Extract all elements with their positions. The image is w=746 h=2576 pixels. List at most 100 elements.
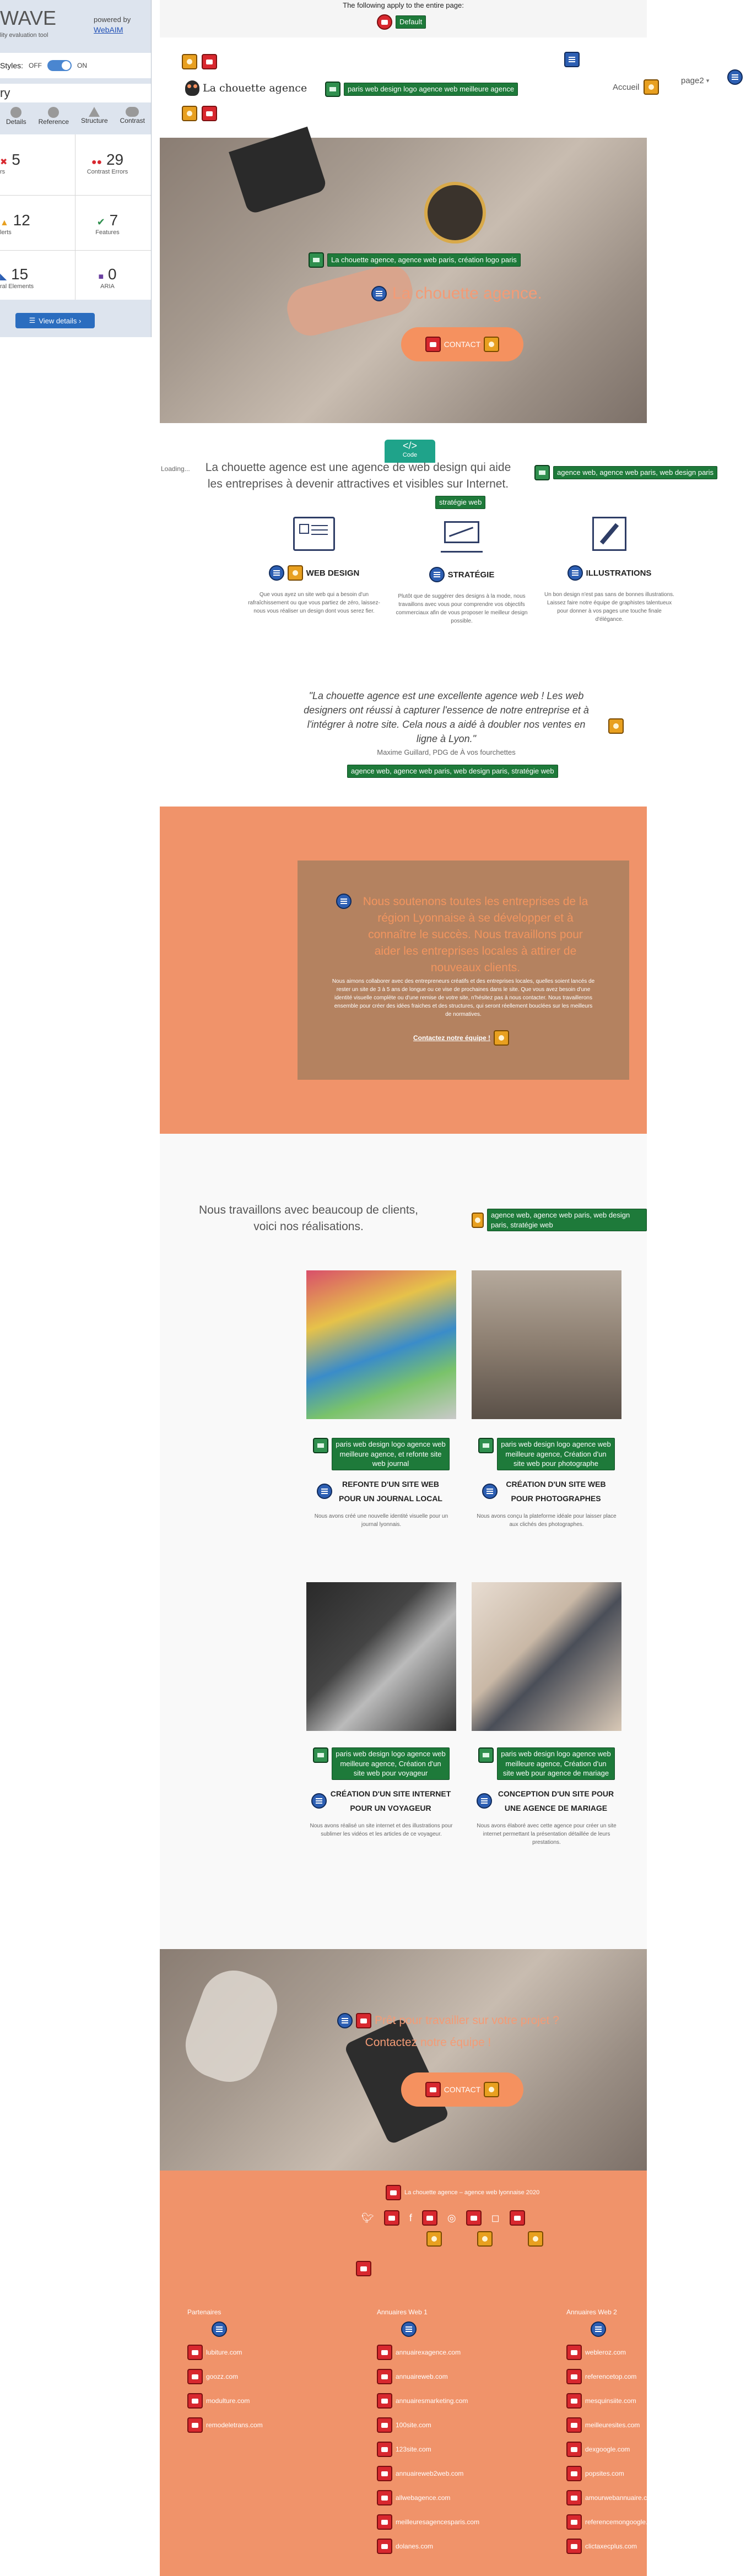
alt-text-icon[interactable] xyxy=(478,1438,494,1453)
cta-contact-button[interactable]: CONTACT xyxy=(401,2072,523,2107)
footer-link[interactable]: 123site.com xyxy=(396,2437,431,2461)
dribbble-icon[interactable]: ◎ xyxy=(447,2212,456,2224)
nav-page2[interactable]: page2 xyxy=(681,76,704,85)
twitter-icon[interactable]: 🐦︎ xyxy=(361,2212,374,2224)
error-icon[interactable] xyxy=(566,2490,582,2505)
error-icon[interactable] xyxy=(377,2442,392,2457)
footer-link[interactable]: webleroz.com xyxy=(585,2340,626,2364)
error-icon[interactable] xyxy=(377,2490,392,2505)
error-icon[interactable] xyxy=(377,2466,392,2481)
error-icon[interactable] xyxy=(566,2466,582,2481)
realisation-card[interactable]: paris web design logo agence web meilleu… xyxy=(306,1582,456,1838)
list-icon[interactable] xyxy=(212,2321,227,2337)
footer-link[interactable]: amourwebannuaire.com xyxy=(585,2486,656,2510)
styles-toggle-switch[interactable] xyxy=(47,60,72,71)
footer-link[interactable]: clictaxecplus.com xyxy=(585,2534,637,2558)
nav-accueil[interactable]: Accueil xyxy=(613,83,639,92)
alert-icon[interactable] xyxy=(472,1212,484,1228)
error-icon[interactable] xyxy=(377,2417,392,2433)
alt-text-icon[interactable] xyxy=(325,82,340,97)
error-icon[interactable] xyxy=(187,2393,203,2409)
contrast-error-icon[interactable] xyxy=(356,2013,371,2028)
realisation-card[interactable]: paris web design logo agence web meilleu… xyxy=(306,1270,456,1529)
footer-link[interactable]: remodeletrans.com xyxy=(206,2413,263,2437)
footer-link[interactable]: popsites.com xyxy=(585,2461,624,2486)
alert-icon[interactable] xyxy=(528,2231,543,2247)
contrast-error-icon[interactable] xyxy=(386,2185,401,2200)
nav-list-icon[interactable] xyxy=(564,52,580,67)
stat-errors[interactable]: ✖ 5 rs xyxy=(0,151,50,175)
nav-region-icon[interactable] xyxy=(727,69,743,85)
stat-features[interactable]: ✔ 7 Features xyxy=(77,212,138,236)
tab-contrast[interactable]: Contrast xyxy=(120,107,145,126)
tab-details[interactable]: Details xyxy=(6,107,26,126)
footer-link[interactable]: goozz.com xyxy=(206,2364,238,2389)
footer-link[interactable]: annuairesmarketing.com xyxy=(396,2389,468,2413)
error-icon[interactable] xyxy=(187,2369,203,2384)
realisation-card[interactable]: paris web design logo agence web meilleu… xyxy=(472,1582,621,1847)
footer-link[interactable]: annuairexagence.com xyxy=(396,2340,461,2364)
footer-link[interactable]: 100site.com xyxy=(396,2413,431,2437)
webaim-link[interactable]: WebAIM xyxy=(94,25,123,34)
error-icon[interactable] xyxy=(566,2369,582,2384)
error-icon[interactable] xyxy=(187,2345,203,2360)
alt-text-icon[interactable] xyxy=(478,1747,494,1763)
contrast-error-icon[interactable] xyxy=(425,337,441,352)
heading-icon[interactable] xyxy=(429,567,445,582)
alert-icon[interactable] xyxy=(484,2082,500,2097)
stat-structural[interactable]: ◣ 15 ral Elements xyxy=(0,266,50,290)
footer-link[interactable]: mesquinsiite.com xyxy=(585,2389,636,2413)
footer-link[interactable]: meilleuresites.com xyxy=(585,2413,640,2437)
heading-icon[interactable] xyxy=(268,565,284,581)
alert-icon[interactable] xyxy=(182,54,197,69)
logo[interactable]: La chouette agence xyxy=(185,80,307,96)
tab-structure[interactable]: Structure xyxy=(81,107,108,126)
footer-link[interactable]: meilleuresagencesparis.com xyxy=(396,2510,479,2534)
alert-icon[interactable] xyxy=(182,106,197,121)
instagram-icon[interactable]: ◻ xyxy=(491,2212,500,2224)
heading-icon[interactable] xyxy=(482,1483,498,1499)
footer-link[interactable]: modulture.com xyxy=(206,2389,250,2413)
hero-contact-button[interactable]: CONTACT xyxy=(401,327,523,361)
list-icon[interactable] xyxy=(401,2321,417,2337)
alt-text-icon[interactable] xyxy=(534,465,550,480)
view-details-button[interactable]: ☰ View details › xyxy=(15,313,95,328)
alert-icon[interactable] xyxy=(484,337,500,352)
footer-link[interactable]: dolanes.com xyxy=(396,2534,433,2558)
alert-icon[interactable] xyxy=(608,718,624,734)
error-icon[interactable] xyxy=(421,2210,437,2226)
contact-team-link[interactable]: Contactez notre équipe ! xyxy=(413,1034,490,1042)
error-icon[interactable] xyxy=(466,2210,482,2226)
alt-text-icon[interactable] xyxy=(313,1747,328,1763)
facebook-icon[interactable]: f xyxy=(409,2212,412,2224)
alert-icon[interactable] xyxy=(477,2231,493,2247)
contrast-error-icon[interactable] xyxy=(425,2082,441,2097)
heading-icon[interactable] xyxy=(567,565,583,581)
heading-icon[interactable] xyxy=(477,1793,492,1809)
error-icon[interactable] xyxy=(566,2345,582,2360)
footer-link[interactable]: referencetop.com xyxy=(585,2364,636,2389)
footer-link[interactable]: allwebagence.com xyxy=(396,2486,450,2510)
error-icon[interactable] xyxy=(202,106,217,121)
alert-icon[interactable] xyxy=(494,1030,510,1046)
stat-contrast-errors[interactable]: ●● 29 Contrast Errors xyxy=(77,151,138,175)
error-icon[interactable] xyxy=(566,2393,582,2409)
error-icon[interactable] xyxy=(377,2393,392,2409)
footer-link[interactable]: dexgoogle.com xyxy=(585,2437,630,2461)
error-icon[interactable] xyxy=(566,2514,582,2530)
cta-line2[interactable]: Contactez notre équipe ! xyxy=(337,2036,519,2049)
error-icon[interactable] xyxy=(356,2261,371,2276)
footer-link[interactable]: referencemongoogle.com xyxy=(585,2510,660,2534)
stat-aria[interactable]: ■ 0 ARIA xyxy=(77,266,138,290)
error-icon[interactable] xyxy=(566,2417,582,2433)
realisation-card[interactable]: paris web design logo agence web meilleu… xyxy=(472,1270,621,1529)
tab-reference[interactable]: Reference xyxy=(39,107,69,126)
error-icon[interactable] xyxy=(383,2210,399,2226)
footer-link[interactable]: annuaireweb.com xyxy=(396,2364,448,2389)
alt-text-icon[interactable] xyxy=(313,1438,328,1453)
error-icon[interactable] xyxy=(377,2514,392,2530)
language-error-icon[interactable] xyxy=(377,14,392,30)
link-alert-icon[interactable] xyxy=(644,79,659,95)
list-icon[interactable] xyxy=(591,2321,606,2337)
error-icon[interactable] xyxy=(377,2345,392,2360)
